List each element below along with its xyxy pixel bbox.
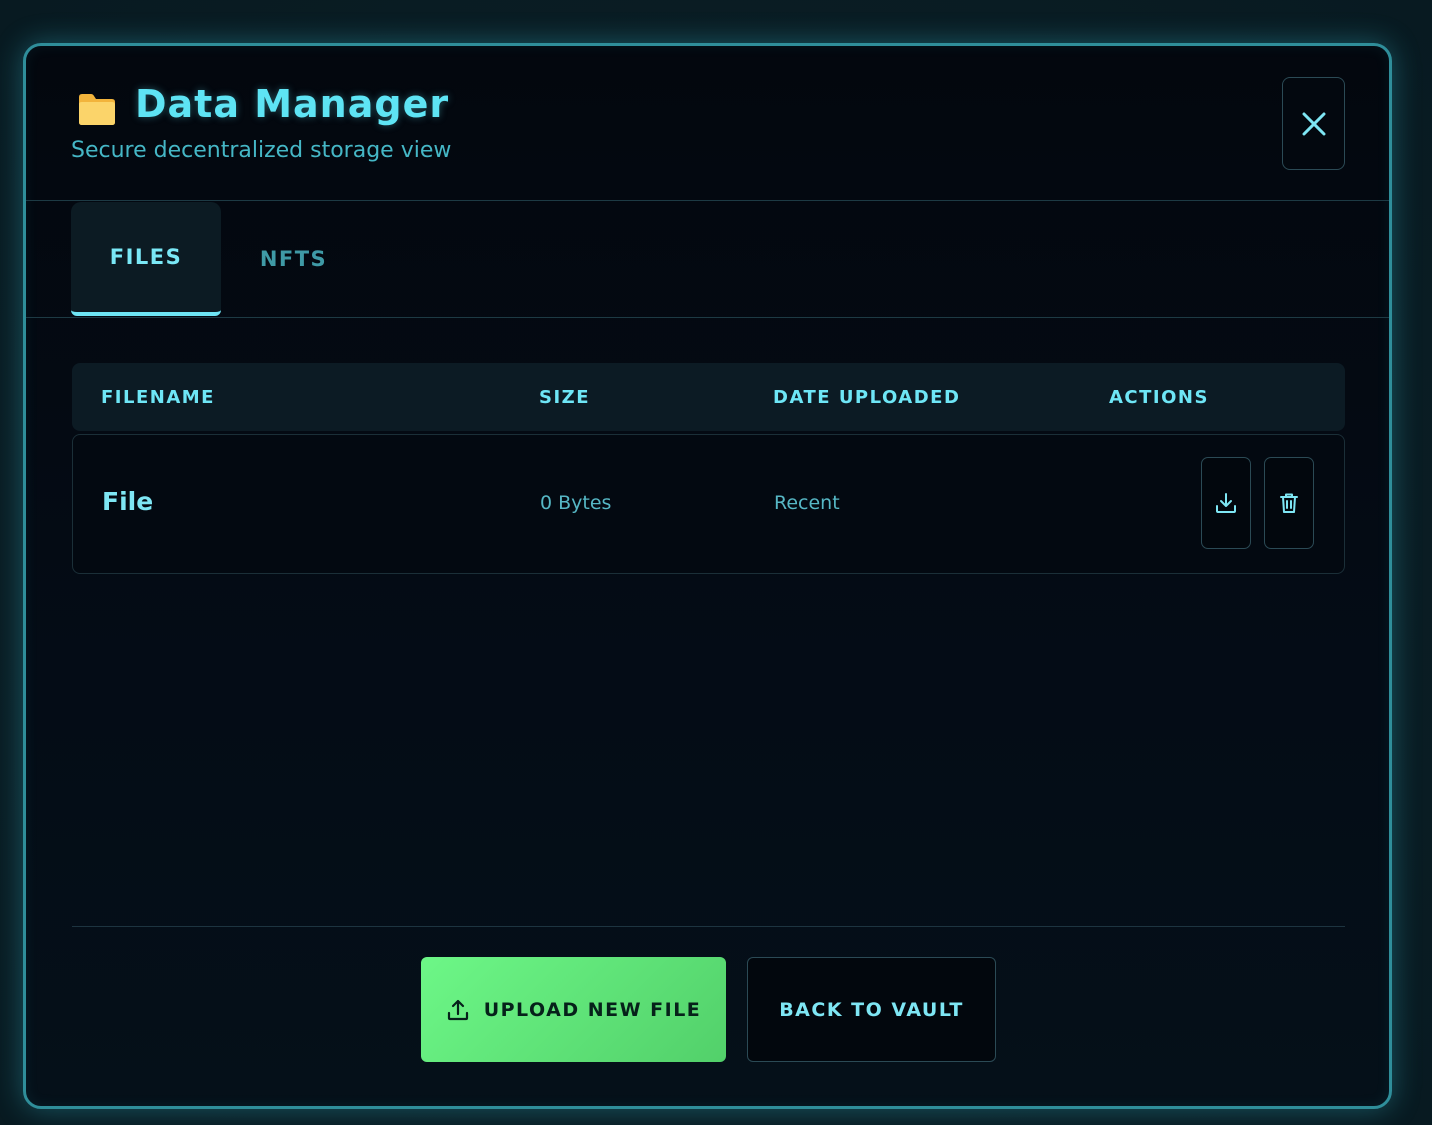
download-button[interactable]	[1201, 457, 1251, 549]
table-row[interactable]: File 0 Bytes Recent	[72, 434, 1345, 574]
upload-new-file-button[interactable]: UPLOAD NEW FILE	[421, 957, 726, 1062]
column-header-filename[interactable]: FILENAME	[101, 387, 215, 408]
footer-divider	[72, 926, 1345, 927]
page-title: Data Manager	[135, 82, 450, 126]
table-header: FILENAME SIZE DATE UPLOADED ACTIONS	[72, 363, 1345, 431]
back-to-vault-button[interactable]: BACK TO VAULT	[747, 957, 996, 1062]
tab-files[interactable]: FILES	[71, 202, 221, 316]
page-subtitle: Secure decentralized storage view	[71, 138, 452, 163]
file-size: 0 Bytes	[540, 492, 612, 514]
delete-button[interactable]	[1264, 457, 1314, 549]
folder-icon	[79, 94, 115, 125]
data-manager-modal: Data Manager Secure decentralized storag…	[23, 43, 1392, 1109]
column-header-date-uploaded[interactable]: DATE UPLOADED	[773, 387, 960, 408]
tab-nfts[interactable]: NFTS	[226, 202, 361, 316]
column-header-size[interactable]: SIZE	[539, 387, 590, 408]
trash-icon	[1280, 493, 1298, 513]
close-button[interactable]	[1282, 77, 1345, 170]
file-date: Recent	[774, 492, 840, 514]
file-name[interactable]: File	[102, 487, 153, 516]
download-icon	[1216, 493, 1236, 513]
upload-button-label: UPLOAD NEW FILE	[483, 998, 702, 1021]
column-header-actions: ACTIONS	[1109, 387, 1209, 408]
close-icon	[1302, 112, 1325, 135]
upload-icon	[447, 999, 468, 1020]
tab-bar: FILES NFTS	[26, 201, 1389, 318]
back-button-label: BACK TO VAULT	[779, 998, 964, 1021]
modal-header: Data Manager Secure decentralized storag…	[26, 46, 1389, 201]
